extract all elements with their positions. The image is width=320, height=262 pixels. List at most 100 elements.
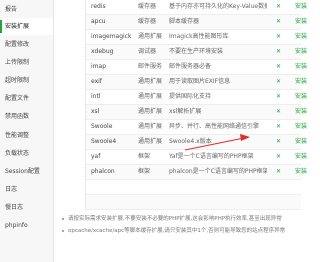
close-x-icon [276, 195, 284, 209]
install-button[interactable]: 安装 [295, 150, 319, 164]
sidebar-item-upload-limit[interactable]: 上传限制 [0, 54, 53, 71]
sidebar-item-performance[interactable]: 性能调整 [0, 127, 53, 144]
sidebar-item-report[interactable]: 报告 [0, 1, 53, 18]
extension-description: Imagick高性能图形库 [169, 33, 229, 40]
close-x-icon: ✕ [276, 78, 282, 85]
extension-type: 通用扩展 [138, 138, 163, 145]
close-x-icon: ✕ [276, 33, 282, 40]
sidebar-item-phpinfo[interactable]: phpinfo [0, 217, 53, 234]
extension-name: yaf [91, 153, 101, 160]
install-button[interactable]: 安装 [295, 90, 319, 104]
close-x-icon: ✕ [276, 153, 282, 160]
install-button[interactable]: 安装 [295, 60, 319, 74]
extension-name: xsl [91, 108, 100, 115]
sidebar-item-disabled-functions[interactable]: 禁用函数 [0, 108, 53, 125]
table-row: yaf 框架 Yaf是一个C语言编写的PHP框架 ✕ 安装 [86, 150, 307, 165]
extension-type: 缓存器 [138, 18, 157, 25]
extension-description: 提供国际化支持 [169, 93, 212, 100]
note-text: opcache/xcache/apc等脚本缓存扩展,请只安装其中1个,否则可能导… [68, 228, 286, 234]
close-x-icon: ✕ [276, 63, 282, 70]
table-row [86, 180, 301, 195]
close-x-icon: ✕ [276, 168, 282, 175]
extension-description: 基于内存亦可持久化的Key-Value数据库 [169, 3, 267, 10]
install-button[interactable] [295, 180, 319, 194]
extension-name [91, 195, 135, 209]
table-row: xsl 通用扩展 xsl解析扩展 ✕ 安装 [86, 105, 307, 120]
sidebar-item-config-file[interactable]: 配置文件 [0, 90, 53, 107]
extension-name: phalcon [91, 168, 115, 175]
bullet-icon [62, 218, 64, 220]
close-x-icon: ✕ [276, 123, 282, 130]
sidebar-item-config[interactable]: 配置修改 [0, 36, 53, 53]
extension-name: apcu [91, 18, 106, 25]
extension-description: xsl解析扩展 [169, 108, 202, 115]
extension-type: 缓存器 [138, 3, 157, 10]
settings-sidebar: 报告 安装扩展 配置修改 上传限制 超时限制 配置文件 禁用函数 性能调整 负载… [0, 0, 54, 262]
extension-description: Yaf是一个C语言编写的PHP框架 [169, 153, 254, 160]
extension-name: exif [91, 78, 102, 85]
extension-description: 不要在生产环境安装 [169, 48, 224, 55]
extension-name: intl [91, 93, 101, 100]
extension-description: 邮件服务器必备 [169, 63, 212, 70]
extension-description [169, 180, 267, 194]
close-x-icon: ✕ [276, 3, 282, 10]
extension-name: Swoole [91, 123, 113, 130]
extension-type: 框架 [138, 153, 151, 160]
extension-type: 通用扩展 [138, 93, 163, 100]
table-row: imap 邮件服务 邮件服务器必备 ✕ 安装 [86, 60, 307, 75]
table-row: Swoole 通用扩展 异步、并行、高性能网络通信引擎 ✕ 安装 [86, 120, 307, 135]
table-row [86, 195, 301, 210]
table-row: apcu 缓存器 脚本缓存器 ✕ 安装 [86, 15, 307, 30]
extension-type: 框架 [138, 168, 151, 175]
install-button[interactable]: 安装 [295, 135, 319, 149]
extension-type [138, 180, 164, 194]
close-x-icon: ✕ [276, 18, 282, 25]
extension-type: 通用扩展 [138, 123, 163, 130]
extensions-table: redis 缓存器 基于内存亦可持久化的Key-Value数据库 ✕ 安装 ap… [85, 0, 307, 210]
install-button[interactable]: 安装 [295, 45, 319, 59]
table-row: intl 通用扩展 提供国际化支持 ✕ 安装 [86, 90, 307, 105]
extension-type: 通用扩展 [138, 33, 163, 40]
extension-description: 异步、并行、高性能网络通信引擎 [169, 123, 260, 130]
table-row: exif 通用扩展 用于读取图片EXIF信息 ✕ 安装 [86, 75, 307, 90]
sidebar-item-timeout-limit[interactable]: 超时限制 [0, 72, 53, 89]
sidebar-item-load-status[interactable]: 负载状态 [0, 145, 53, 162]
close-x-icon: ✕ [276, 108, 282, 115]
extension-type: 邮件服务 [138, 63, 163, 70]
table-row: redis 缓存器 基于内存亦可持久化的Key-Value数据库 ✕ 安装 [86, 0, 307, 15]
close-x-icon [276, 180, 284, 194]
extension-type: 调试器 [138, 48, 157, 55]
extension-description: Swoole4.x版本 [169, 138, 212, 145]
install-button[interactable] [295, 195, 319, 209]
table-row: xdebug 调试器 不要在生产环境安装 ✕ 安装 [86, 45, 307, 60]
install-button[interactable]: 安装 [295, 30, 319, 44]
extension-description: 脚本缓存器 [169, 18, 200, 25]
extension-type: 通用扩展 [138, 108, 163, 115]
extension-name: xdebug [91, 48, 114, 55]
note-item: opcache/xcache/apc等脚本缓存扩展,请只安装其中1个,否则可能导… [60, 225, 300, 237]
note-text: 请按实际需求安装扩展,不要安装不必要的PHP扩展,这会影响PHP执行效率,甚至出… [68, 216, 282, 222]
install-button[interactable]: 安装 [295, 75, 319, 89]
extension-description: 用于读取图片EXIF信息 [169, 78, 231, 85]
close-x-icon: ✕ [276, 93, 282, 100]
sidebar-item-log[interactable]: 日志 [0, 181, 53, 198]
note-item: 请按实际需求安装扩展,不要安装不必要的PHP扩展,这会影响PHP执行效率,甚至出… [60, 213, 300, 225]
install-button[interactable]: 安装 [295, 165, 319, 179]
extension-description [169, 195, 267, 209]
extension-type [138, 195, 164, 209]
extension-type: 通用扩展 [138, 78, 163, 85]
extension-name: Swoole4 [91, 138, 117, 145]
close-x-icon: ✕ [276, 48, 282, 55]
sidebar-item-session[interactable]: Session配置 [0, 163, 53, 180]
table-row: imagemagick 通用扩展 Imagick高性能图形库 ✕ 安装 [86, 30, 307, 45]
install-button[interactable]: 安装 [295, 15, 319, 29]
notes-list: 请按实际需求安装扩展,不要安装不必要的PHP扩展,这会影响PHP执行效率,甚至出… [60, 213, 300, 237]
install-button[interactable]: 安装 [295, 120, 319, 134]
close-x-icon: ✕ [276, 138, 282, 145]
sidebar-item-slow-log[interactable]: 慢日志 [0, 199, 53, 216]
sidebar-item-install-extensions[interactable]: 安装扩展 [0, 18, 53, 35]
install-button[interactable]: 安装 [295, 0, 319, 14]
install-button[interactable]: 安装 [295, 105, 319, 119]
table-row: Swoole4 通用扩展 Swoole4.x版本 ✕ 安装 [86, 135, 307, 150]
table-row: phalcon 框架 phalcon是一个C语言编写的PHP框架 ✕ 安装 [86, 165, 307, 180]
